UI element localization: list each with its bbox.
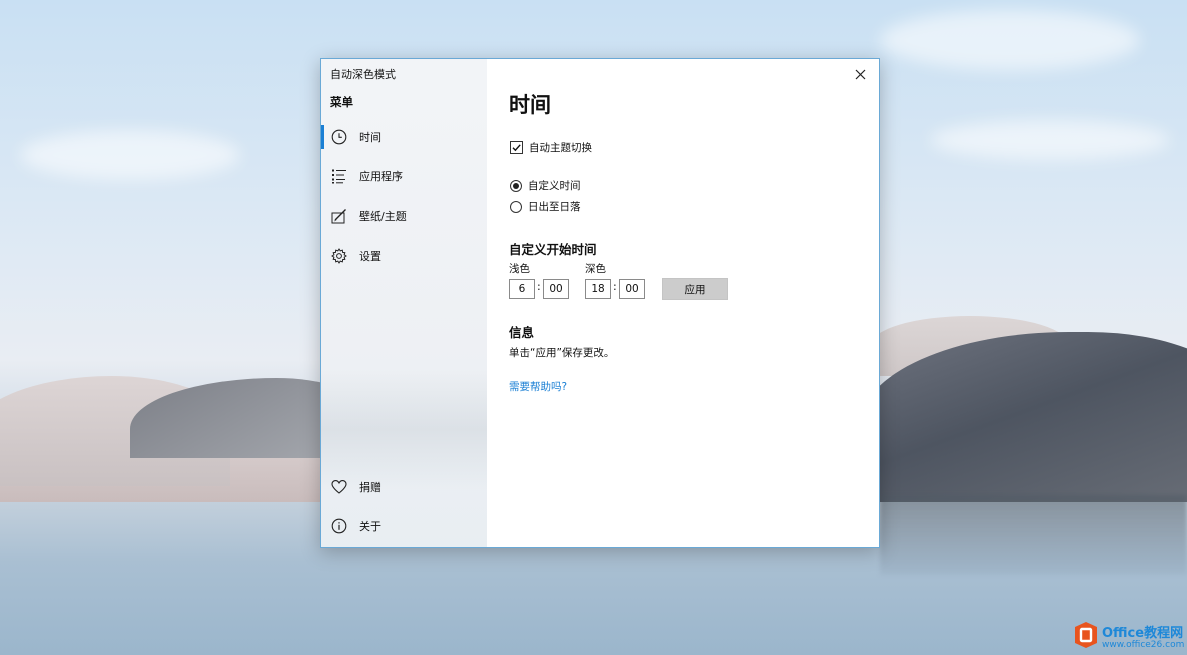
dark-label: 深色: [585, 263, 606, 275]
light-minute-input[interactable]: 00: [543, 279, 569, 299]
auto-theme-switch-checkbox[interactable]: 自动主题切换: [510, 140, 592, 155]
dark-minute-input[interactable]: 00: [619, 279, 645, 299]
list-icon: [332, 169, 346, 184]
gear-icon: [331, 248, 347, 264]
sidebar-item-label: 壁纸/主题: [359, 210, 407, 223]
checkbox[interactable]: [510, 141, 523, 154]
auto-dark-mode-window: 自动深色模式 菜单 时间 应用程序 壁纸/主题 设置 捐赠 关于 时间 自动主题…: [320, 58, 880, 548]
sidebar-item-label: 捐赠: [359, 481, 381, 494]
sidebar-item-settings[interactable]: 设置: [321, 242, 487, 270]
help-link[interactable]: 需要帮助吗?: [509, 379, 567, 394]
sidebar-item-label: 关于: [359, 520, 381, 533]
sidebar-item-wallpaper-theme[interactable]: 壁纸/主题: [321, 202, 487, 230]
time-separator: :: [613, 280, 617, 293]
apply-button[interactable]: 应用: [662, 278, 728, 300]
clock-icon: [331, 129, 347, 145]
sidebar: 自动深色模式 菜单 时间 应用程序 壁纸/主题 设置 捐赠 关于: [321, 59, 487, 547]
cloud: [20, 130, 240, 180]
menu-heading: 菜单: [330, 95, 353, 109]
info-text: 单击“应用”保存更改。: [509, 347, 615, 359]
heart-icon: [331, 480, 347, 494]
radio-label: 日出至日落: [528, 201, 581, 213]
watermark-url: www.office26.com: [1102, 640, 1185, 650]
sidebar-item-apps[interactable]: 应用程序: [321, 162, 487, 190]
checkbox-label: 自动主题切换: [529, 142, 592, 154]
custom-start-time-heading: 自定义开始时间: [509, 242, 597, 257]
main-content: 时间 自动主题切换 自定义时间 日出至日落 自定义开始时间 浅色 深色 6 : …: [487, 59, 879, 547]
sidebar-item-about[interactable]: 关于: [321, 512, 487, 540]
watermark: Office教程网 www.office26.com: [1070, 620, 1187, 655]
paint-icon: [331, 209, 346, 224]
watermark-title: Office教程网: [1102, 626, 1184, 641]
radio-button[interactable]: [510, 200, 522, 213]
radio-button[interactable]: [510, 179, 522, 192]
office-logo-icon: [1075, 622, 1097, 648]
app-title: 自动深色模式: [330, 68, 396, 81]
sidebar-item-time[interactable]: 时间: [321, 123, 487, 151]
page-title: 时间: [509, 93, 551, 117]
sidebar-item-label: 设置: [359, 250, 381, 263]
hill-reflection: [880, 495, 1187, 575]
info-heading: 信息: [509, 325, 535, 340]
radio-sunrise-sunset[interactable]: 日出至日落: [510, 199, 581, 214]
sidebar-item-donate[interactable]: 捐赠: [321, 473, 487, 501]
radio-label: 自定义时间: [528, 180, 581, 192]
radio-custom-time[interactable]: 自定义时间: [510, 178, 581, 193]
time-separator: :: [537, 280, 541, 293]
info-icon: [331, 518, 347, 534]
dark-hour-input[interactable]: 18: [585, 279, 611, 299]
cloud: [880, 10, 1140, 70]
light-hour-input[interactable]: 6: [509, 279, 535, 299]
sidebar-item-label: 时间: [359, 131, 381, 144]
light-label: 浅色: [509, 263, 530, 275]
checkmark-icon: [512, 144, 521, 152]
selection-indicator: [321, 125, 324, 149]
sidebar-item-label: 应用程序: [359, 170, 403, 183]
sidebar-backdrop: [321, 369, 487, 489]
cloud: [930, 120, 1170, 160]
radio-dot: [513, 182, 519, 189]
